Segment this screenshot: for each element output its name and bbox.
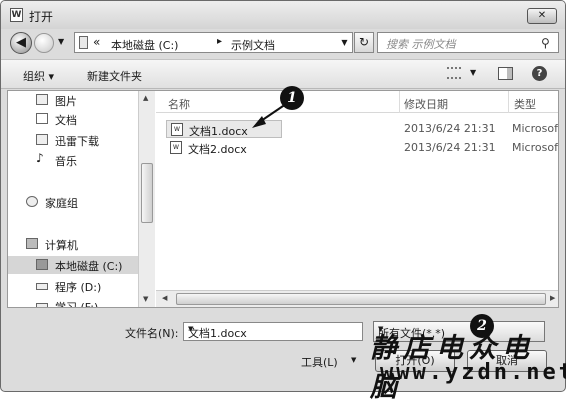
callout-marker-1: 1 — [280, 86, 304, 110]
watermark-url: www.yzdn.net — [380, 360, 566, 385]
